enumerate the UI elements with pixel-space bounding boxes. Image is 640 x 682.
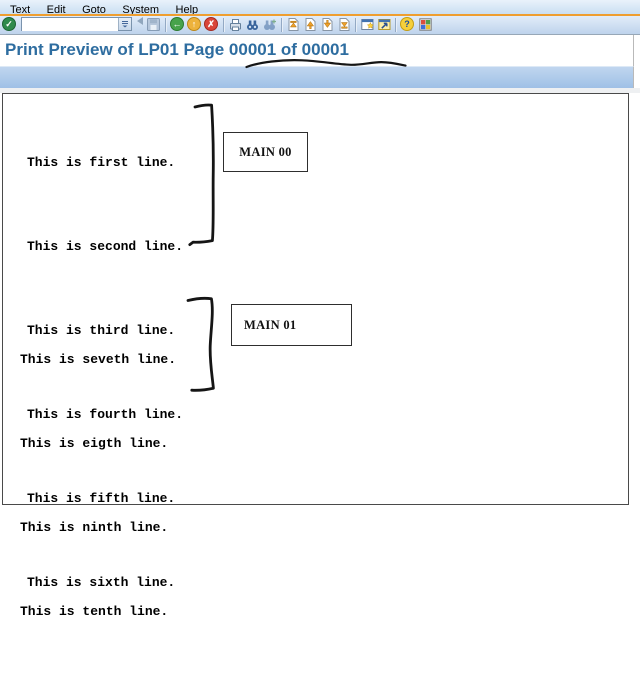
- back-arrow-icon: ←: [173, 19, 182, 29]
- preview-line: This is second line.: [27, 233, 183, 261]
- standard-toolbar: ✓ ← ↑ ✗: [0, 16, 640, 35]
- next-page-icon[interactable]: [320, 17, 335, 32]
- exit-arrow-icon: ↑: [192, 19, 197, 29]
- exit-button[interactable]: ↑: [187, 17, 201, 31]
- command-field[interactable]: [21, 17, 132, 31]
- print-preview-page: This is first line. This is second line.…: [2, 93, 629, 505]
- check-icon: ✓: [5, 19, 13, 30]
- application-toolbar: [0, 66, 634, 88]
- command-history-dropdown-icon[interactable]: [118, 18, 131, 30]
- generate-shortcut-icon[interactable]: [377, 17, 392, 32]
- question-mark-icon: ?: [404, 19, 410, 29]
- preview-line: This is seveth line.: [20, 346, 176, 374]
- cancel-button[interactable]: ✗: [204, 17, 218, 31]
- save-icon[interactable]: [146, 17, 161, 32]
- preview-line: This is first line.: [27, 149, 183, 177]
- main00-box: MAIN 00: [223, 132, 308, 172]
- print-icon[interactable]: [228, 17, 243, 32]
- preview-line: This is tenth line.: [20, 598, 176, 626]
- main01-box: MAIN 01: [231, 304, 352, 346]
- command-input[interactable]: [22, 19, 118, 31]
- collapse-command-icon[interactable]: [137, 17, 143, 25]
- enter-button[interactable]: ✓: [2, 17, 16, 31]
- find-icon[interactable]: [245, 17, 260, 32]
- main01-lines: This is seveth line. This is eigth line.…: [20, 290, 176, 682]
- help-button[interactable]: ?: [400, 17, 414, 31]
- menu-bar: Text Edit Goto System Help: [0, 0, 640, 14]
- back-button[interactable]: ←: [170, 17, 184, 31]
- find-next-icon[interactable]: [262, 17, 277, 32]
- new-session-icon[interactable]: [360, 17, 375, 32]
- title-bar: Print Preview of LP01 Page 00001 of 0000…: [0, 35, 634, 66]
- last-page-icon[interactable]: [337, 17, 352, 32]
- previous-page-icon[interactable]: [303, 17, 318, 32]
- main00-label: MAIN 00: [239, 145, 291, 160]
- page-title: Print Preview of LP01 Page 00001 of 0000…: [5, 40, 349, 60]
- customize-layout-icon[interactable]: [418, 17, 433, 32]
- cancel-x-icon: ✗: [207, 19, 215, 30]
- first-page-icon[interactable]: [286, 17, 301, 32]
- main01-label: MAIN 01: [244, 318, 296, 333]
- preview-line: This is eigth line.: [20, 430, 176, 458]
- preview-line: This is ninth line.: [20, 514, 176, 542]
